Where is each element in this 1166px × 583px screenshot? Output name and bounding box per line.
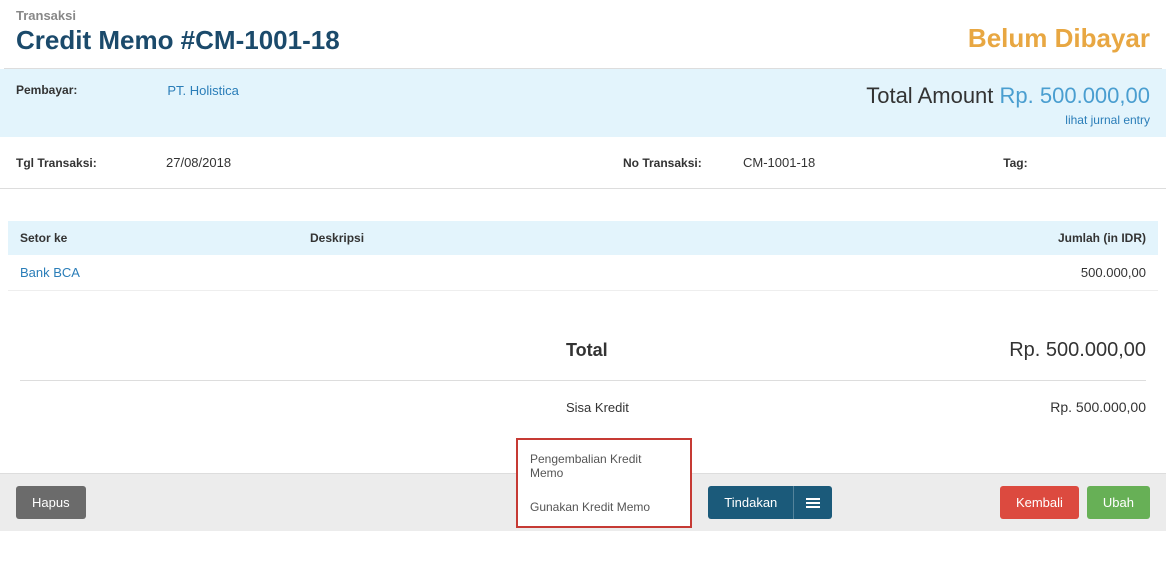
sisa-kredit-label: Sisa Kredit <box>566 400 766 415</box>
tindakan-dropdown: Pengembalian Kredit Memo Gunakan Kredit … <box>516 438 692 528</box>
status-badge: Belum Dibayar <box>968 23 1150 56</box>
col-header-deskripsi: Deskripsi <box>310 231 946 245</box>
tag-label: Tag: <box>1003 156 1043 170</box>
table-row: Bank BCA 500.000,00 <box>8 255 1158 291</box>
tgl-transaksi-label: Tgl Transaksi: <box>16 156 166 170</box>
no-transaksi-value: CM-1001-18 <box>743 155 815 170</box>
dropdown-item-pengembalian[interactable]: Pengembalian Kredit Memo <box>518 442 690 490</box>
total-value: Rp. 500.000,00 <box>946 339 1146 362</box>
tindakan-menu-button[interactable] <box>793 486 832 519</box>
payer-label: Pembayar: <box>16 83 77 97</box>
kembali-button[interactable]: Kembali <box>1000 486 1079 519</box>
no-transaksi-label: No Transaksi: <box>623 156 743 170</box>
hapus-button[interactable]: Hapus <box>16 486 86 519</box>
menu-icon <box>806 498 820 508</box>
journal-entry-link[interactable]: lihat jurnal entry <box>866 113 1150 127</box>
row-desk <box>310 265 946 280</box>
payer-link[interactable]: PT. Holistica <box>167 83 239 98</box>
total-label: Total <box>566 340 766 361</box>
row-jumlah: 500.000,00 <box>946 265 1146 280</box>
col-header-setor: Setor ke <box>20 231 310 245</box>
sisa-kredit-value: Rp. 500.000,00 <box>946 399 1146 415</box>
col-header-jumlah: Jumlah (in IDR) <box>946 231 1146 245</box>
page-title: Credit Memo #CM-1001-18 <box>16 25 340 56</box>
row-setor-link[interactable]: Bank BCA <box>20 265 310 280</box>
dropdown-item-gunakan[interactable]: Gunakan Kredit Memo <box>518 490 690 524</box>
total-amount-value: Rp. 500.000,00 <box>1000 83 1150 108</box>
tindakan-button[interactable]: Tindakan <box>708 486 793 519</box>
total-amount-label: Total Amount <box>866 83 993 108</box>
tgl-transaksi-value: 27/08/2018 <box>166 155 231 170</box>
ubah-button[interactable]: Ubah <box>1087 486 1150 519</box>
breadcrumb: Transaksi <box>16 8 340 23</box>
